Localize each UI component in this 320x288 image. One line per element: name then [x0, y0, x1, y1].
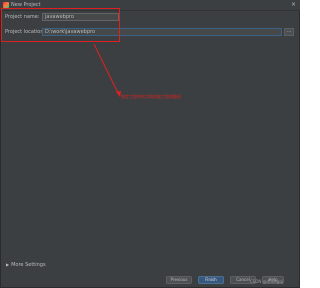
- annotation-arrow: [93, 43, 121, 97]
- more-settings-toggle[interactable]: ▶ More Settings: [6, 262, 46, 268]
- annotation-text: 指定工程的名字和存放工程的路径: [121, 94, 181, 99]
- previous-button[interactable]: Previous: [166, 276, 192, 284]
- expand-arrow-icon: ▶: [6, 262, 10, 267]
- new-project-dialog: New Project × Project name: javawebpro P…: [0, 0, 300, 288]
- more-settings-label: More Settings: [11, 262, 46, 268]
- watermark: CSDN @ithongqi: [250, 279, 284, 284]
- finish-button[interactable]: Finish: [198, 276, 224, 284]
